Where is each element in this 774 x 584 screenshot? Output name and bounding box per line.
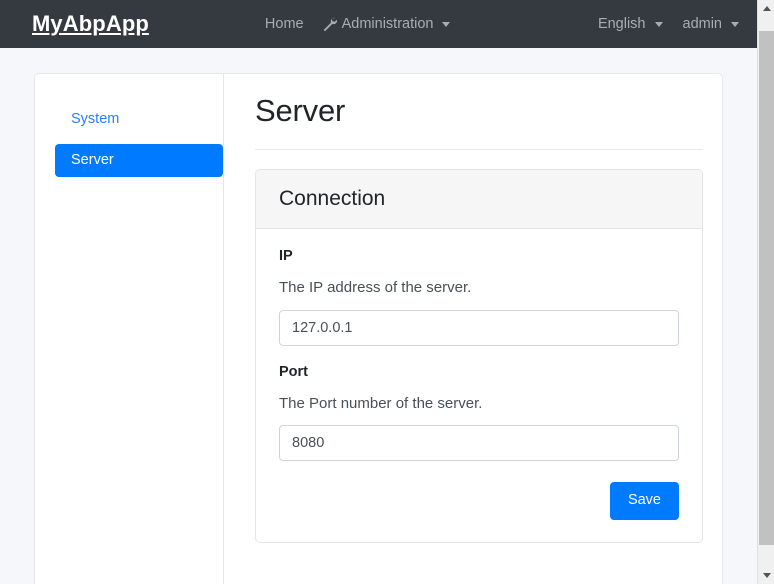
triangle-up-icon (762, 6, 771, 11)
scroll-up-arrow-icon[interactable] (758, 0, 774, 17)
scrollbar-thumb[interactable] (759, 31, 774, 545)
navbar-center-menu: Home Administration (265, 16, 451, 32)
nav-item-home-label: Home (264, 16, 304, 32)
save-button[interactable]: Save (609, 482, 679, 520)
form-group-port: Port The Port number of the server. (279, 364, 679, 462)
top-navbar: MyAbpApp Home Administration English adm… (0, 0, 757, 48)
language-selector[interactable]: English (598, 16, 663, 32)
sidebar-item-system[interactable]: System (55, 103, 223, 137)
port-input[interactable] (279, 425, 679, 462)
settings-content: Server Connection IP The IP address of t… (224, 74, 722, 584)
navbar-right-menu: English admin (598, 16, 739, 32)
ip-field-label: IP (279, 248, 293, 265)
page-content-area: System Server Server Connection IP The I… (0, 48, 757, 584)
ip-input[interactable] (279, 309, 679, 346)
settings-container: System Server Server Connection IP The I… (34, 73, 723, 584)
connection-card-body: IP The IP address of the server. Port Th… (256, 229, 702, 542)
title-divider (255, 148, 703, 150)
wrench-icon (322, 17, 337, 32)
form-group-ip: IP The IP address of the server. (279, 248, 679, 346)
browser-viewport: MyAbpApp Home Administration English adm… (0, 0, 774, 584)
scroll-down-arrow-icon[interactable] (758, 567, 774, 584)
page-scrollbar[interactable] (757, 0, 774, 584)
settings-sidebar: System Server (35, 74, 224, 584)
user-menu[interactable]: admin (682, 16, 739, 32)
connection-card: Connection IP The IP address of the serv… (255, 168, 703, 543)
list-item: System (55, 103, 223, 137)
chevron-down-icon (442, 21, 451, 27)
language-selector-label: English (597, 16, 646, 32)
list-item: Server (55, 143, 223, 178)
ip-field-description: The IP address of the server. (279, 279, 472, 297)
settings-nav-list: System Server (35, 103, 223, 178)
triangle-down-icon (762, 573, 771, 578)
user-menu-label: admin (682, 16, 723, 32)
nav-item-home[interactable]: Home (265, 16, 304, 32)
page-title: Server (255, 93, 346, 128)
form-actions: Save (279, 482, 679, 520)
chevron-down-icon (731, 21, 739, 27)
port-field-label: Port (279, 363, 308, 380)
chevron-down-icon (654, 21, 663, 27)
brand-logo[interactable]: MyAbpApp (32, 11, 149, 37)
connection-card-title: Connection (279, 186, 386, 210)
connection-card-header: Connection (256, 169, 702, 230)
sidebar-item-server[interactable]: Server (55, 143, 223, 178)
port-field-description: The Port number of the server. (279, 395, 483, 413)
nav-item-administration-label: Administration (341, 16, 434, 32)
nav-item-administration[interactable]: Administration (322, 16, 451, 32)
